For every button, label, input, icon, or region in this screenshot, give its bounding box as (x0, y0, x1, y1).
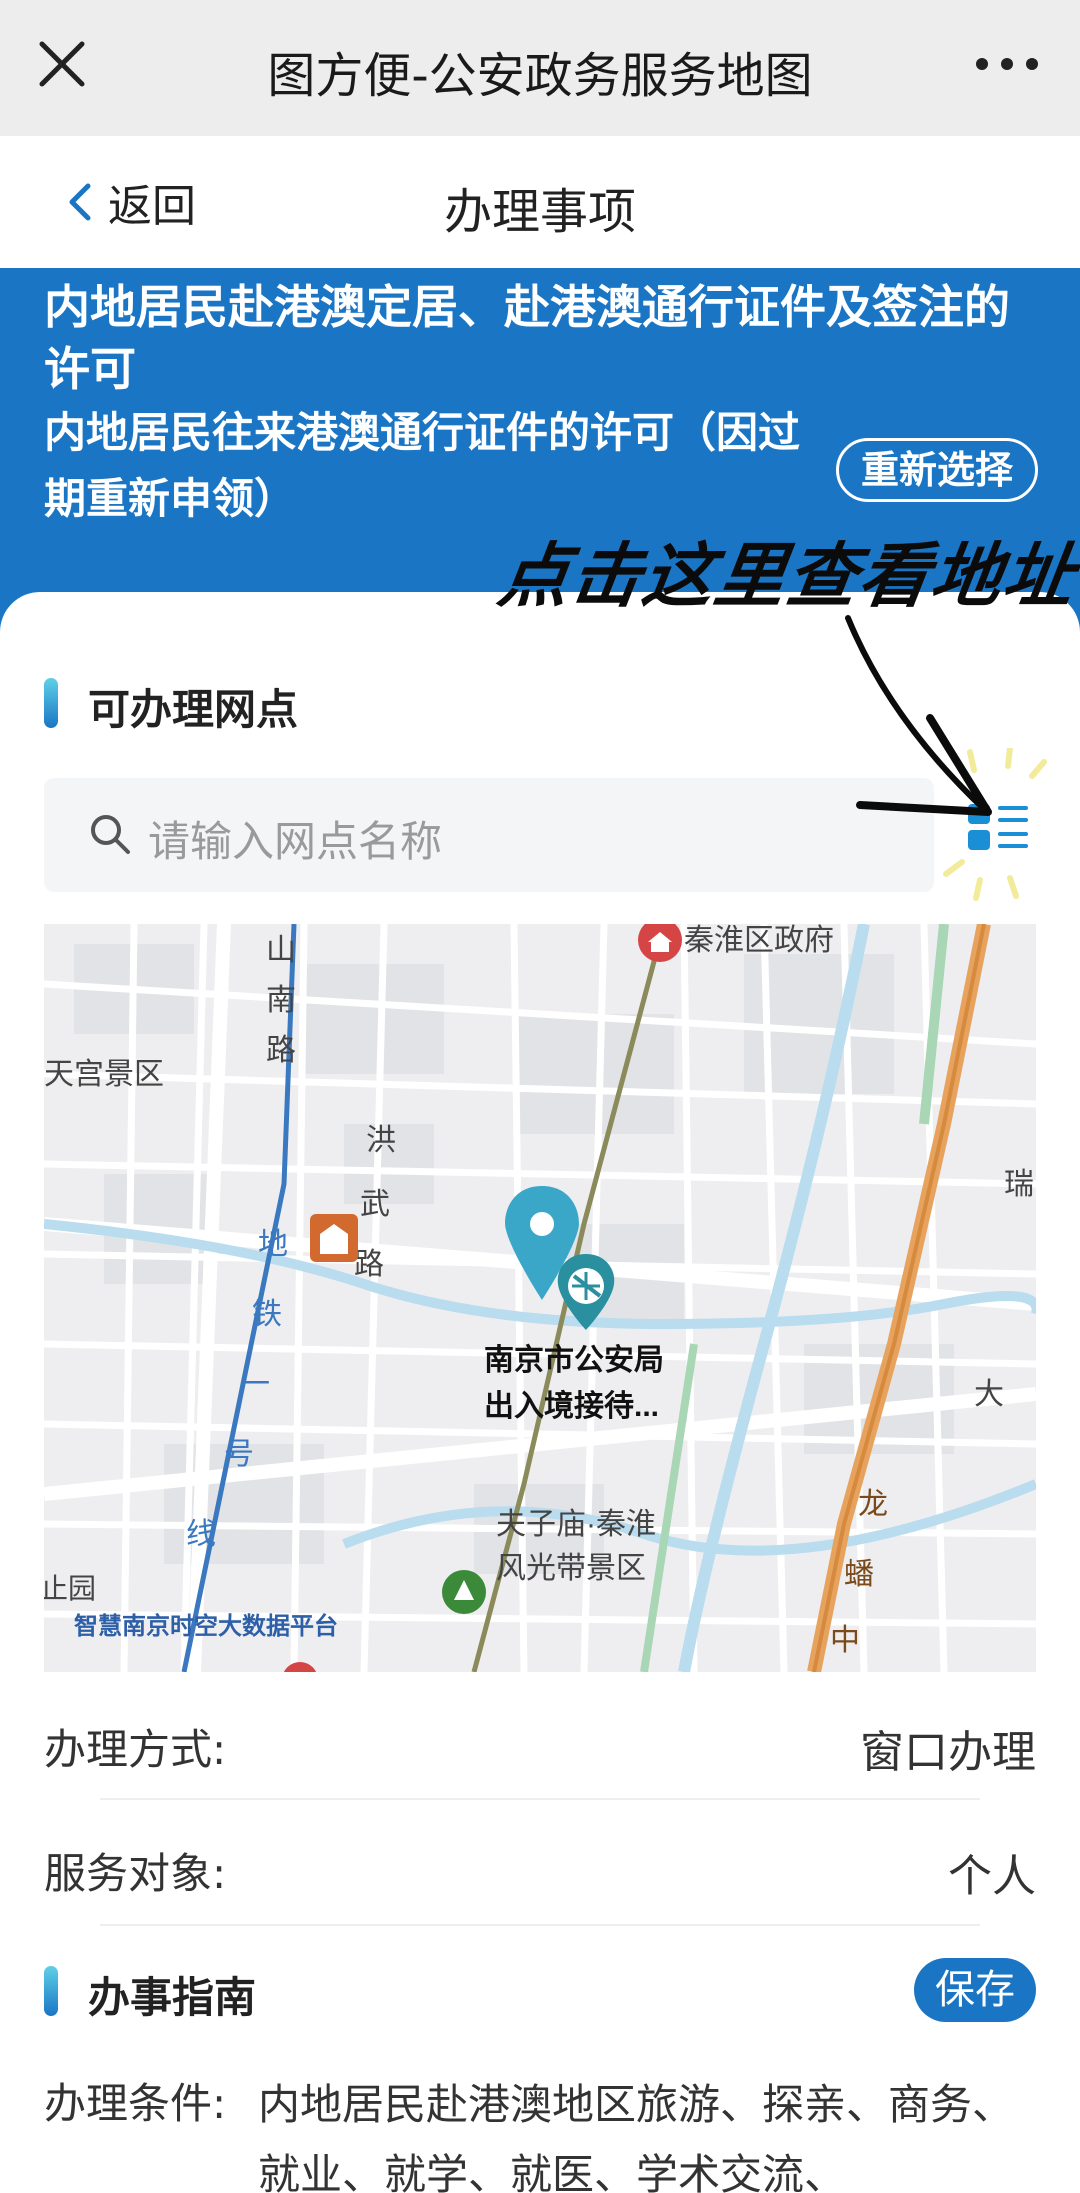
annotation-arrow (845, 615, 992, 816)
target-label: 服务对象: (44, 1849, 227, 1898)
map-label-rui: 瑞 (1004, 1168, 1034, 1201)
map-label-metro-2: 铁 (252, 1298, 282, 1331)
section-marker (44, 1966, 58, 2016)
map-label-qinhuai-gov: 秦淮区政府 (684, 924, 834, 957)
map-label-fuzimiao-1: 夫子庙·秦淮 (496, 1508, 656, 1541)
search-icon (91, 815, 130, 854)
section-marker (44, 678, 58, 728)
map-watermark: 智慧南京时空大数据平台 (74, 1612, 338, 1640)
map-label-metro-4: 号 (224, 1438, 254, 1471)
divider (100, 1798, 980, 1800)
map-label-shannan-2: 南 (266, 984, 296, 1017)
map-label-shannan-1: 山 (266, 934, 296, 967)
reselect-button[interactable]: 重新选择 (836, 438, 1038, 502)
condition-text: 内地居民赴港澳地区旅游、探亲、商务、就业、就学、就医、学术交流、 (258, 2080, 1015, 2193)
nav-bar: 返回 办理事项 (0, 136, 1080, 268)
item-subtitle: 内地居民往来港澳通行证件的许可（因过期重新申领） (44, 408, 801, 523)
map-label-fuzimiao-2: 风光带景区 (496, 1552, 646, 1585)
map-label-long-3: 中 (830, 1624, 860, 1657)
map-label-metro-1: 地 (258, 1228, 288, 1261)
outlet-search-box[interactable]: 请输入网点名称 (44, 778, 934, 892)
more-icon[interactable] (974, 44, 1040, 84)
map-label-metro-5: 线 (186, 1518, 216, 1551)
map-canvas: 秦淮区政府 天宫景区 山 南 路 洪 武 路 地 铁 一 号 线 瑞 大 龙 蟠… (44, 924, 1036, 1672)
park-icon (442, 1570, 486, 1614)
guide-title: 办事指南 (88, 1973, 257, 2022)
map-view[interactable]: 秦淮区政府 天宫景区 山 南 路 洪 武 路 地 铁 一 号 线 瑞 大 龙 蟠… (44, 924, 1036, 1672)
app-title: 图方便-公安政务服务地图 (267, 48, 813, 104)
method-row: 办理方式: 窗口办理 (44, 1688, 1036, 1788)
target-row: 服务对象: 个人 (44, 1812, 1036, 1912)
target-value: 个人 (948, 1851, 1036, 1902)
page-title: 办理事项 (443, 184, 636, 240)
map-marker-title-2: 出入境接待... (484, 1389, 659, 1423)
search-input[interactable]: 请输入网点名称 (148, 808, 442, 869)
divider (100, 1924, 980, 1926)
building-icon (310, 1214, 358, 1262)
item-title: 内地居民赴港澳定居、赴港澳通行证件及签注的许可 (44, 280, 1010, 396)
top-bar: 图方便-公安政务服务地图 (0, 0, 1080, 136)
map-label-shannan-3: 路 (266, 1034, 296, 1067)
map-label-tiangong: 天宫景区 (44, 1058, 164, 1091)
method-value: 窗口办理 (860, 1727, 1036, 1778)
map-label-da: 大 (974, 1378, 1004, 1411)
map-label-hongwu-2: 武 (360, 1188, 390, 1221)
map-label-garden: 止园 (44, 1573, 96, 1604)
map-label-long-1: 龙 (858, 1488, 888, 1521)
outlets-title: 可办理网点 (88, 685, 299, 734)
save-button[interactable]: 保存 (914, 1958, 1036, 2022)
map-label-hongwu-1: 洪 (366, 1124, 396, 1157)
map-marker-title-1: 南京市公安局 (484, 1343, 664, 1377)
map-label-long-2: 蟠 (844, 1558, 874, 1591)
map-label-metro-3: 一 (240, 1368, 270, 1401)
method-label: 办理方式: (44, 1725, 227, 1774)
condition-label: 办理条件: (44, 2079, 227, 2128)
map-label-hongwu-3: 路 (354, 1248, 384, 1281)
